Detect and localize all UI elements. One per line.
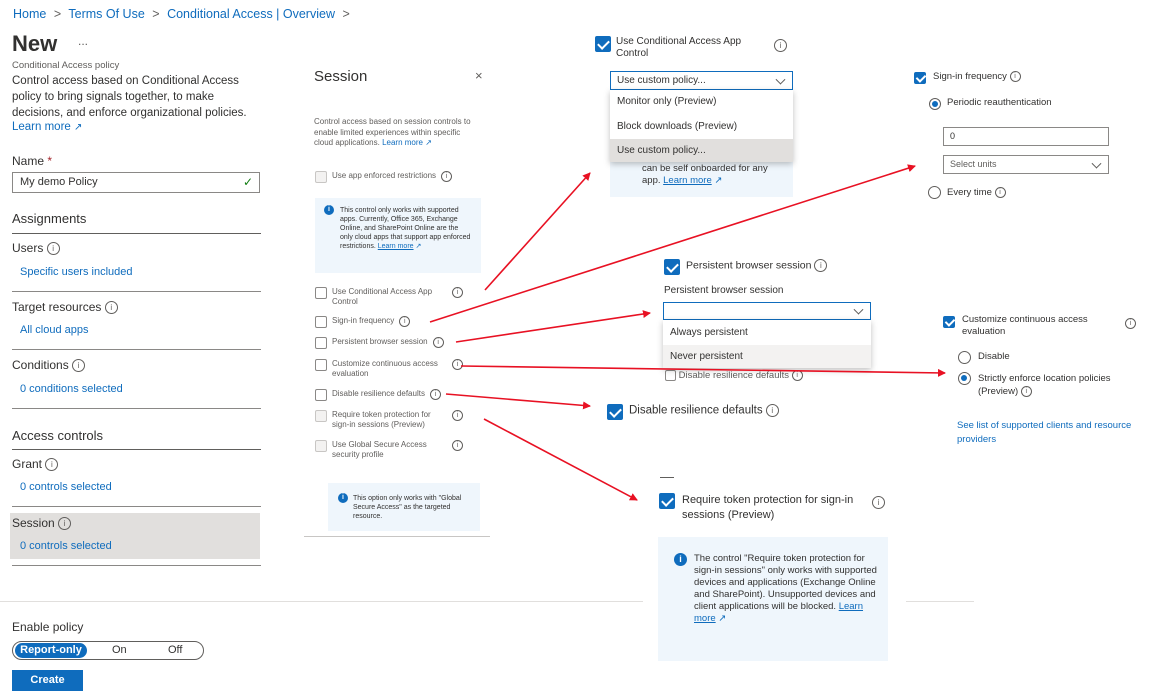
arrow-caac xyxy=(484,172,591,291)
arrow-persistent-browser xyxy=(455,310,651,343)
arrow-sign-in-frequency xyxy=(429,164,916,323)
annotation-arrows xyxy=(429,164,946,501)
arrow-cae xyxy=(460,365,946,377)
arrow-disable-resilience xyxy=(445,393,591,410)
arrow-token-protection xyxy=(483,418,638,501)
